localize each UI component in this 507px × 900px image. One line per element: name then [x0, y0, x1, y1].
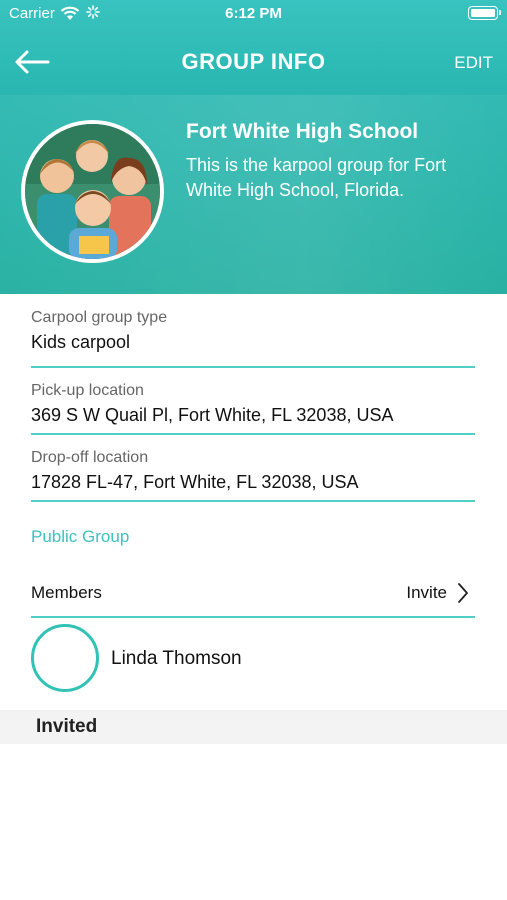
- group-type-value: Kids carpool: [31, 332, 131, 352]
- member-avatar: [31, 624, 99, 692]
- dropoff-location-label: Drop-off location: [31, 449, 149, 466]
- member-list-item[interactable]: Linda Thomson: [31, 624, 475, 696]
- invited-title: Invited: [36, 716, 98, 737]
- kids-photo-illustration: [25, 124, 160, 259]
- group-photo[interactable]: [21, 120, 164, 263]
- edit-button[interactable]: EDIT: [454, 53, 493, 73]
- group-type-label: Carpool group type: [31, 309, 168, 326]
- public-group-link[interactable]: Public Group: [31, 527, 129, 547]
- pickup-location-value: 369 S W Quail Pl, Fort White, FL 32038, …: [31, 405, 394, 425]
- dropoff-location-value: 17828 FL-47, Fort White, FL 32038, USA: [31, 472, 359, 492]
- back-arrow-icon[interactable]: [12, 47, 52, 77]
- clock: 6:12 PM: [225, 5, 282, 22]
- group-description: This is the karpool group for Fort White…: [186, 155, 447, 200]
- pickup-location-label: Pick-up location: [31, 382, 144, 399]
- group-name: Fort White High School: [186, 120, 419, 143]
- invite-label: Invite: [406, 583, 447, 602]
- chevron-right-icon: [458, 583, 468, 603]
- status-bar: Carrier 6:12 PM: [0, 0, 507, 28]
- nav-bar: GROUP INFO EDIT: [0, 35, 507, 90]
- member-name: Linda Thomson: [111, 648, 242, 669]
- group-type-field[interactable]: Carpool group type Kids carpool: [31, 309, 475, 368]
- pickup-location-field[interactable]: Pick-up location 369 S W Quail Pl, Fort …: [31, 382, 475, 435]
- members-label: Members: [31, 583, 102, 602]
- invite-button[interactable]: Invite: [406, 580, 469, 610]
- dropoff-location-field[interactable]: Drop-off location 17828 FL-47, Fort Whit…: [31, 449, 475, 502]
- battery-icon: [468, 6, 501, 20]
- invited-section-header: Invited: [0, 710, 507, 744]
- page-title: GROUP INFO: [181, 49, 326, 74]
- header: Carrier 6:12 PM GROUP INFO EDIT Fort Whi…: [0, 0, 507, 294]
- members-header: Members Invite: [31, 580, 475, 618]
